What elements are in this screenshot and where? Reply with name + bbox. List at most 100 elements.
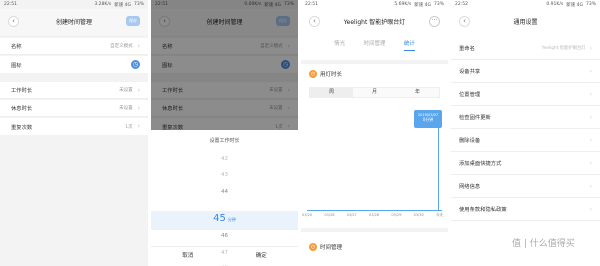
sheet-title: 设置工作时长 <box>209 138 240 144</box>
row-label: 重复次数 <box>11 124 33 131</box>
settings-row[interactable]: 重命名 Yeelight 智能护眼台灯 › <box>451 37 600 60</box>
x-tick-label: 03/26 <box>324 213 335 217</box>
settings-row[interactable]: 使用条款和隐私政策 › <box>451 198 600 221</box>
settings-row-label: 重命名 <box>459 46 475 52</box>
save-button[interactable]: 保存 <box>126 16 140 26</box>
status-time: 22:51 <box>4 2 17 7</box>
row-label: 图标 <box>11 62 22 69</box>
period-week[interactable]: 周 <box>310 88 353 97</box>
divider <box>301 228 448 232</box>
section-title: 时间管理 <box>320 245 343 251</box>
status-bar: 22:51 5.69K/s 新速 4G 73% <box>301 0 448 9</box>
page-title: Yeelight 智能护眼台灯 <box>343 19 406 26</box>
settings-row-label: 网络信息 <box>459 184 481 190</box>
usage-duration-section: ◷ 用灯时长 <box>309 70 342 78</box>
tab-light[interactable]: 情光 <box>334 35 345 53</box>
settings-row-label: 设备共享 <box>459 69 481 75</box>
status-network-speed: 0.91K/s <box>546 2 564 7</box>
cancel-button[interactable]: 取消 <box>151 247 225 266</box>
chevron-right-icon: › <box>137 123 140 130</box>
header: ‹ Yeelight 智能护眼台灯 ··· <box>301 9 448 35</box>
picker-option[interactable]: 42 <box>151 156 298 162</box>
settings-row[interactable]: 位置管理 › <box>451 83 600 106</box>
clock-icon: ◷ <box>309 243 317 251</box>
period-month[interactable]: 月 <box>353 88 396 97</box>
settings-row-label: 检查固件更新 <box>459 115 491 121</box>
phone-screen-create-time: 22:51 3.28K/s 新速 4G 73% ‹ 创建时间管理 保存 名称 自… <box>0 0 148 266</box>
status-signal: 新速 4G <box>566 2 583 8</box>
clock-icon: ◷ <box>131 60 140 69</box>
chevron-right-icon: › <box>589 90 592 98</box>
tab-bar: 情光 时间管理 统计 <box>301 35 448 53</box>
status-signal: 新速 4G <box>114 2 131 8</box>
phone-screen-statistics: 22:51 5.69K/s 新速 4G 73% ‹ Yeelight 智能护眼台… <box>301 0 448 266</box>
x-tick-label: 03/20 <box>302 213 313 217</box>
chevron-right-icon: › <box>137 42 140 50</box>
tab-statistics[interactable]: 统计 <box>403 35 415 51</box>
picker-selected[interactable]: 45 分钟 <box>151 213 298 224</box>
chevron-right-icon: › <box>589 159 592 167</box>
x-tick-label: 03/30 <box>413 213 424 217</box>
chevron-right-icon: › <box>589 205 592 213</box>
status-network-speed: 5.69K/s <box>394 2 412 7</box>
tab-time-management[interactable]: 时间管理 <box>363 35 385 53</box>
status-time: 22:52 <box>455 2 468 7</box>
settings-row[interactable]: 检查固件更新 › <box>451 106 600 129</box>
picker-option[interactable]: 43 <box>151 172 298 178</box>
settings-row[interactable]: 网络信息 › <box>451 175 600 198</box>
settings-row[interactable]: 添加桌面快捷方式 › <box>451 152 600 175</box>
chevron-right-icon: › <box>589 67 592 75</box>
work-duration-row[interactable]: 工作时长 未设置 › <box>0 82 148 99</box>
status-battery: 73% <box>433 2 444 7</box>
chevron-right-icon: › <box>137 104 140 112</box>
time-management-section[interactable]: ◷ 时间管理 <box>309 243 342 251</box>
x-tick-label: 今天 <box>436 213 443 217</box>
row-label: 工作时长 <box>11 88 33 94</box>
x-tick-label: 03/29 <box>391 213 402 217</box>
period-year[interactable]: 年 <box>396 88 439 97</box>
header: ‹ 通用设置 <box>451 9 600 35</box>
settings-row-label: 删除设备 <box>459 138 481 144</box>
settings-row-value: Yeelight 智能护眼台灯 <box>541 46 586 51</box>
chart-tooltip: 2019/03/07 0分钟 <box>414 110 442 128</box>
picker-selected-value: 45 <box>213 213 226 224</box>
settings-row-label: 添加桌面快捷方式 <box>459 161 502 167</box>
divider <box>301 60 448 64</box>
clock-icon: ◷ <box>309 70 317 78</box>
more-icon[interactable]: ··· <box>429 16 440 27</box>
picker-option[interactable]: 46 <box>151 233 298 239</box>
phone-screen-duration-picker: 22:51 0.00K/s 新速 4G 73% ‹ 创建时间管理 保存 名称 自… <box>151 0 298 266</box>
settings-row-label: 位置管理 <box>459 92 481 98</box>
row-label: 名称 <box>11 44 22 50</box>
chart-cursor-line[interactable] <box>438 128 439 210</box>
picker-unit: 分钟 <box>227 217 236 222</box>
header: ‹ 创建时间管理 保存 <box>0 9 148 35</box>
x-tick-label: 03/27 <box>346 213 357 217</box>
tooltip-date: 2019/03/07 <box>417 113 439 117</box>
sheet-actions: 取消 确定 <box>151 246 298 266</box>
name-row[interactable]: 名称 自定义模式 › <box>0 38 148 55</box>
phone-screen-general-settings: 22:52 0.91K/s 新速 4G 73% ‹ 通用设置 重命名 Yeelig… <box>451 0 600 266</box>
settings-row[interactable]: 设备共享 › <box>451 60 600 83</box>
duration-picker-sheet: 设置工作时长 42 43 44 45分钟 46 47 48 取消 确定 <box>151 130 298 266</box>
chart-x-axis <box>307 210 442 211</box>
status-signal: 新速 4G <box>414 2 431 8</box>
chevron-right-icon: › <box>589 136 592 144</box>
chevron-right-icon: › <box>589 44 592 52</box>
chevron-right-icon: › <box>589 182 592 190</box>
icon-row[interactable]: 图标 ◷ <box>0 56 148 73</box>
settings-row[interactable]: 删除设备 › <box>451 129 600 152</box>
page-title: 通用设置 <box>513 19 538 26</box>
status-battery: 73% <box>585 2 596 7</box>
section-title: 用灯时长 <box>320 72 343 78</box>
rest-duration-row[interactable]: 休息时长 未设置 › <box>0 100 148 117</box>
row-value: 1次 <box>125 124 133 130</box>
confirm-button[interactable]: 确定 <box>225 247 299 266</box>
tooltip-value: 0分钟 <box>422 117 434 122</box>
picker-option[interactable]: 44 <box>151 189 298 195</box>
period-selector: 周 月 年 <box>309 87 440 98</box>
status-bar: 22:51 3.28K/s 新速 4G 73% <box>0 0 148 9</box>
chevron-right-icon: › <box>589 113 592 121</box>
row-label: 休息时长 <box>11 106 33 112</box>
repeat-count-row[interactable]: 重复次数 1次 › <box>0 118 148 135</box>
